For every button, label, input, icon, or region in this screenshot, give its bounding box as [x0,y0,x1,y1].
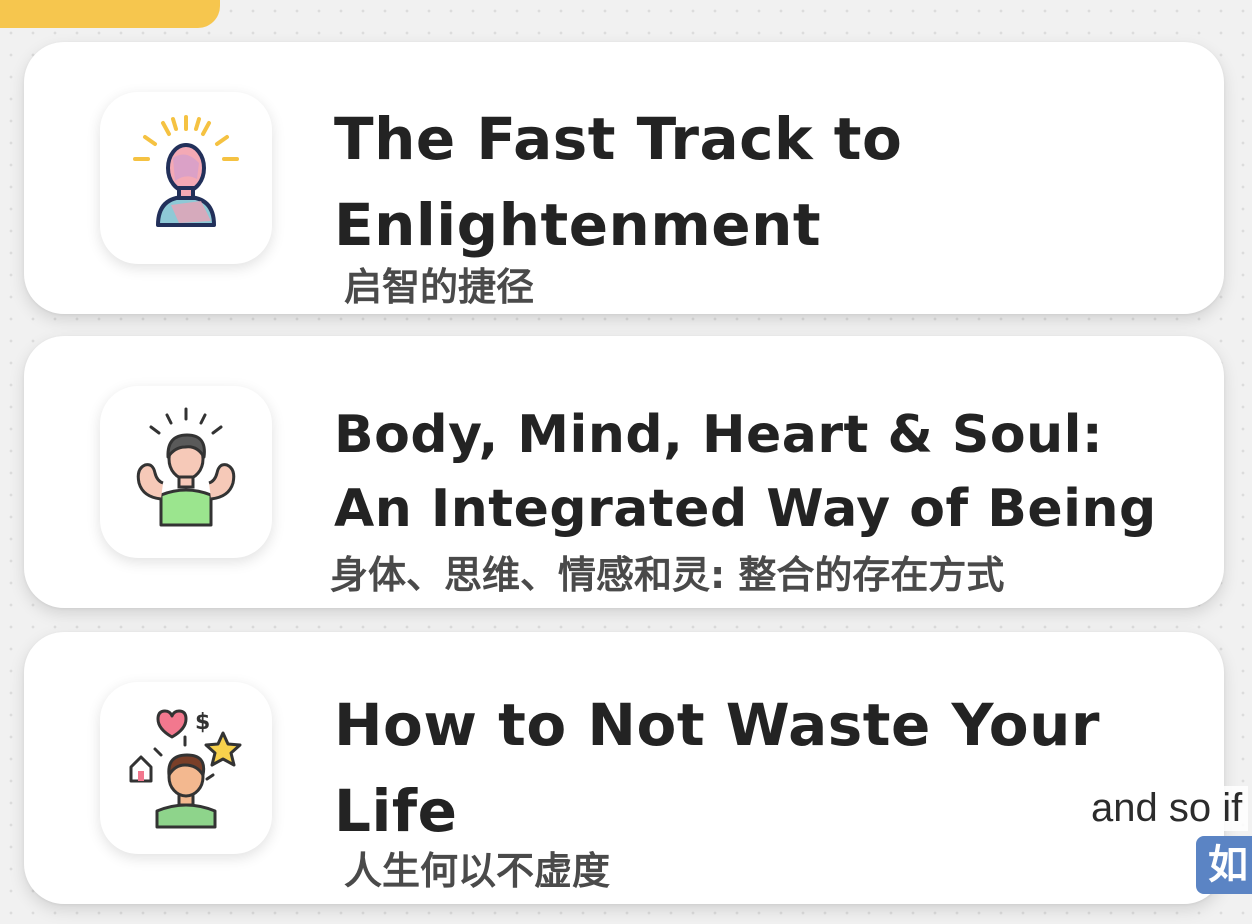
video-caption-chinese: 如 [1196,836,1252,894]
strong-person-icon [136,407,236,527]
card-title-line-2: An Integrated Way of Being [334,479,1157,539]
card-icon-tile [100,386,272,558]
video-caption-english: and so if [1085,786,1249,831]
card-title-line-1: How to Not Waste Your Life [334,691,1100,845]
course-card-enlightenment[interactable]: The Fast Track to Enlightenment 启智的捷径 [24,42,1224,314]
course-card-body-mind[interactable]: Body, Mind, Heart & Soul: An Integrated … [24,336,1224,608]
card-subtitle-chinese: 人生何以不虚度 [344,849,611,893]
enlightened-person-icon [133,115,239,227]
card-icon-tile: $ [100,682,272,854]
card-icon-tile [100,92,272,264]
card-subtitle-chinese: 启智的捷径 [344,265,535,309]
card-subtitle-chinese: 身体、思维、情感和灵: 整合的存在方式 [330,553,1005,597]
course-card-not-waste-life[interactable]: $ How to Not Waste Your Life 人生何以不虚度 [24,632,1224,904]
card-title-line-1: Body, Mind, Heart & Soul: [334,405,1104,465]
top-accent-tab [0,0,220,28]
life-goals-person-icon: $ [129,709,242,829]
svg-text:$: $ [195,710,210,735]
card-title: The Fast Track to Enlightenment [334,105,903,259]
